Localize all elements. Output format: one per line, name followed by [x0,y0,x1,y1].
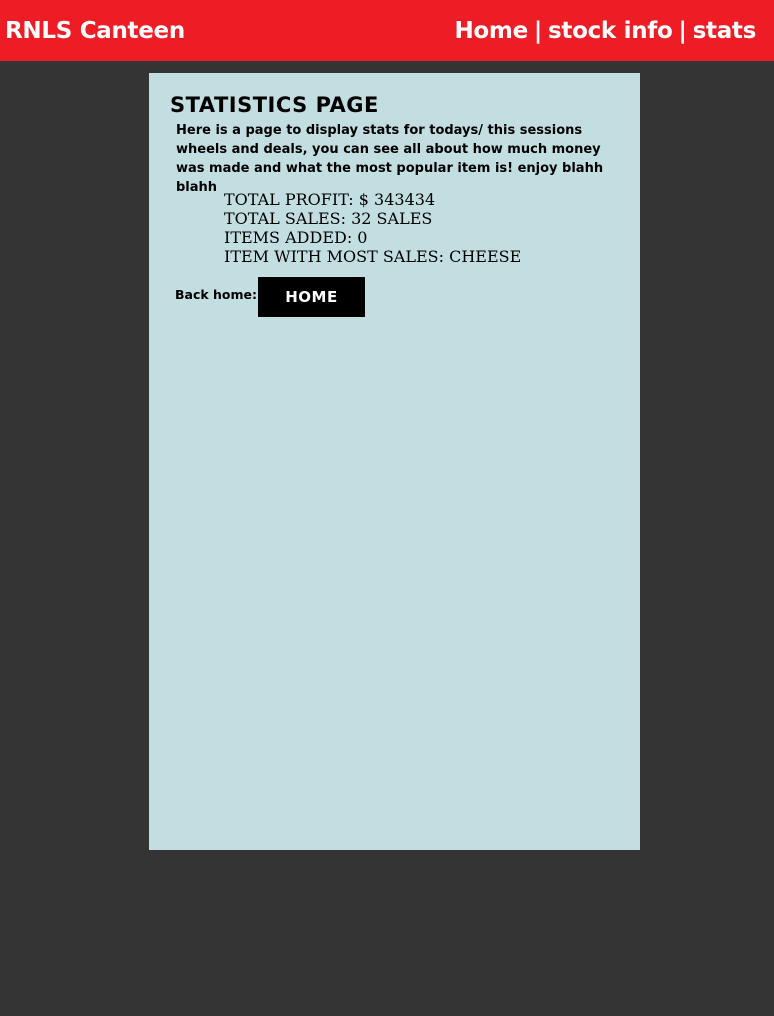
main-nav: Home | stock info | stats [454,16,756,46]
stat-total-profit: TOTAL PROFIT: $ 343434 [224,190,436,209]
nav-stock-info-link[interactable]: stock info [548,18,673,44]
stat-most-sales: ITEM WITH MOST SALES: CHEESE [224,247,522,266]
stat-items-added: ITEMS ADDED: 0 [224,228,368,247]
home-button[interactable]: HOME [258,277,365,317]
page-title: STATISTICS PAGE [170,93,379,117]
nav-stats-link[interactable]: stats [693,18,757,44]
top-bar: RNLS Canteen Home | stock info | stats [0,0,774,61]
nav-separator: | [533,18,542,44]
brand-title: RNLS Canteen [5,18,185,44]
nav-home-link[interactable]: Home [454,18,528,44]
intro-text: Here is a page to display stats for toda… [176,123,604,195]
stats-list: TOTAL PROFIT: $ 343434 TOTAL SALES: 32 S… [224,190,521,266]
content-panel: STATISTICS PAGE Here is a page to displa… [149,73,640,850]
back-home-label: Back home: [175,287,258,302]
nav-separator: | [678,18,687,44]
stat-total-sales: TOTAL SALES: 32 SALES [224,209,433,228]
